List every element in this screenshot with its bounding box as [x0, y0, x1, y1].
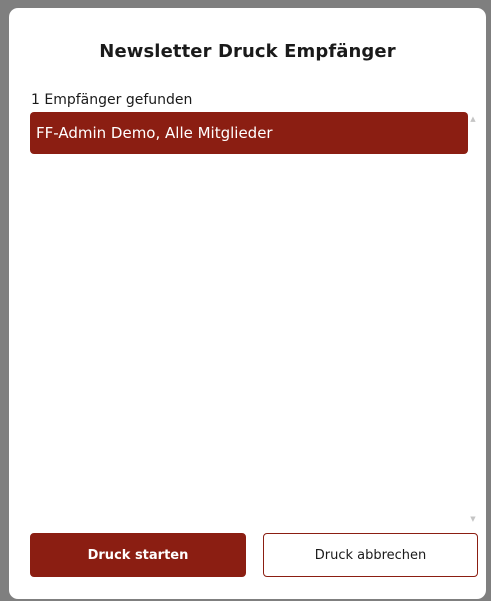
dialog-title: Newsletter Druck Empfänger — [99, 41, 396, 62]
list-item[interactable]: FF-Admin Demo, Alle Mitglieder — [30, 112, 468, 154]
list-item-label: FF-Admin Demo, Alle Mitglieder — [36, 124, 273, 142]
recipient-dialog: Newsletter Druck Empfänger 1 Empfänger g… — [9, 8, 486, 599]
scroll-up-icon[interactable]: ▲ — [468, 114, 478, 124]
cancel-print-label: Druck abbrechen — [314, 547, 427, 563]
start-print-button[interactable]: Druck starten — [30, 533, 246, 577]
recipient-count: 1 Empfänger gefunden — [31, 92, 193, 108]
cancel-print-button[interactable]: Druck abbrechen — [263, 533, 478, 577]
start-print-label: Druck starten — [87, 547, 189, 563]
recipient-list[interactable]: FF-Admin Demo, Alle Mitglieder — [30, 112, 468, 526]
scroll-down-icon[interactable]: ▼ — [468, 514, 478, 524]
